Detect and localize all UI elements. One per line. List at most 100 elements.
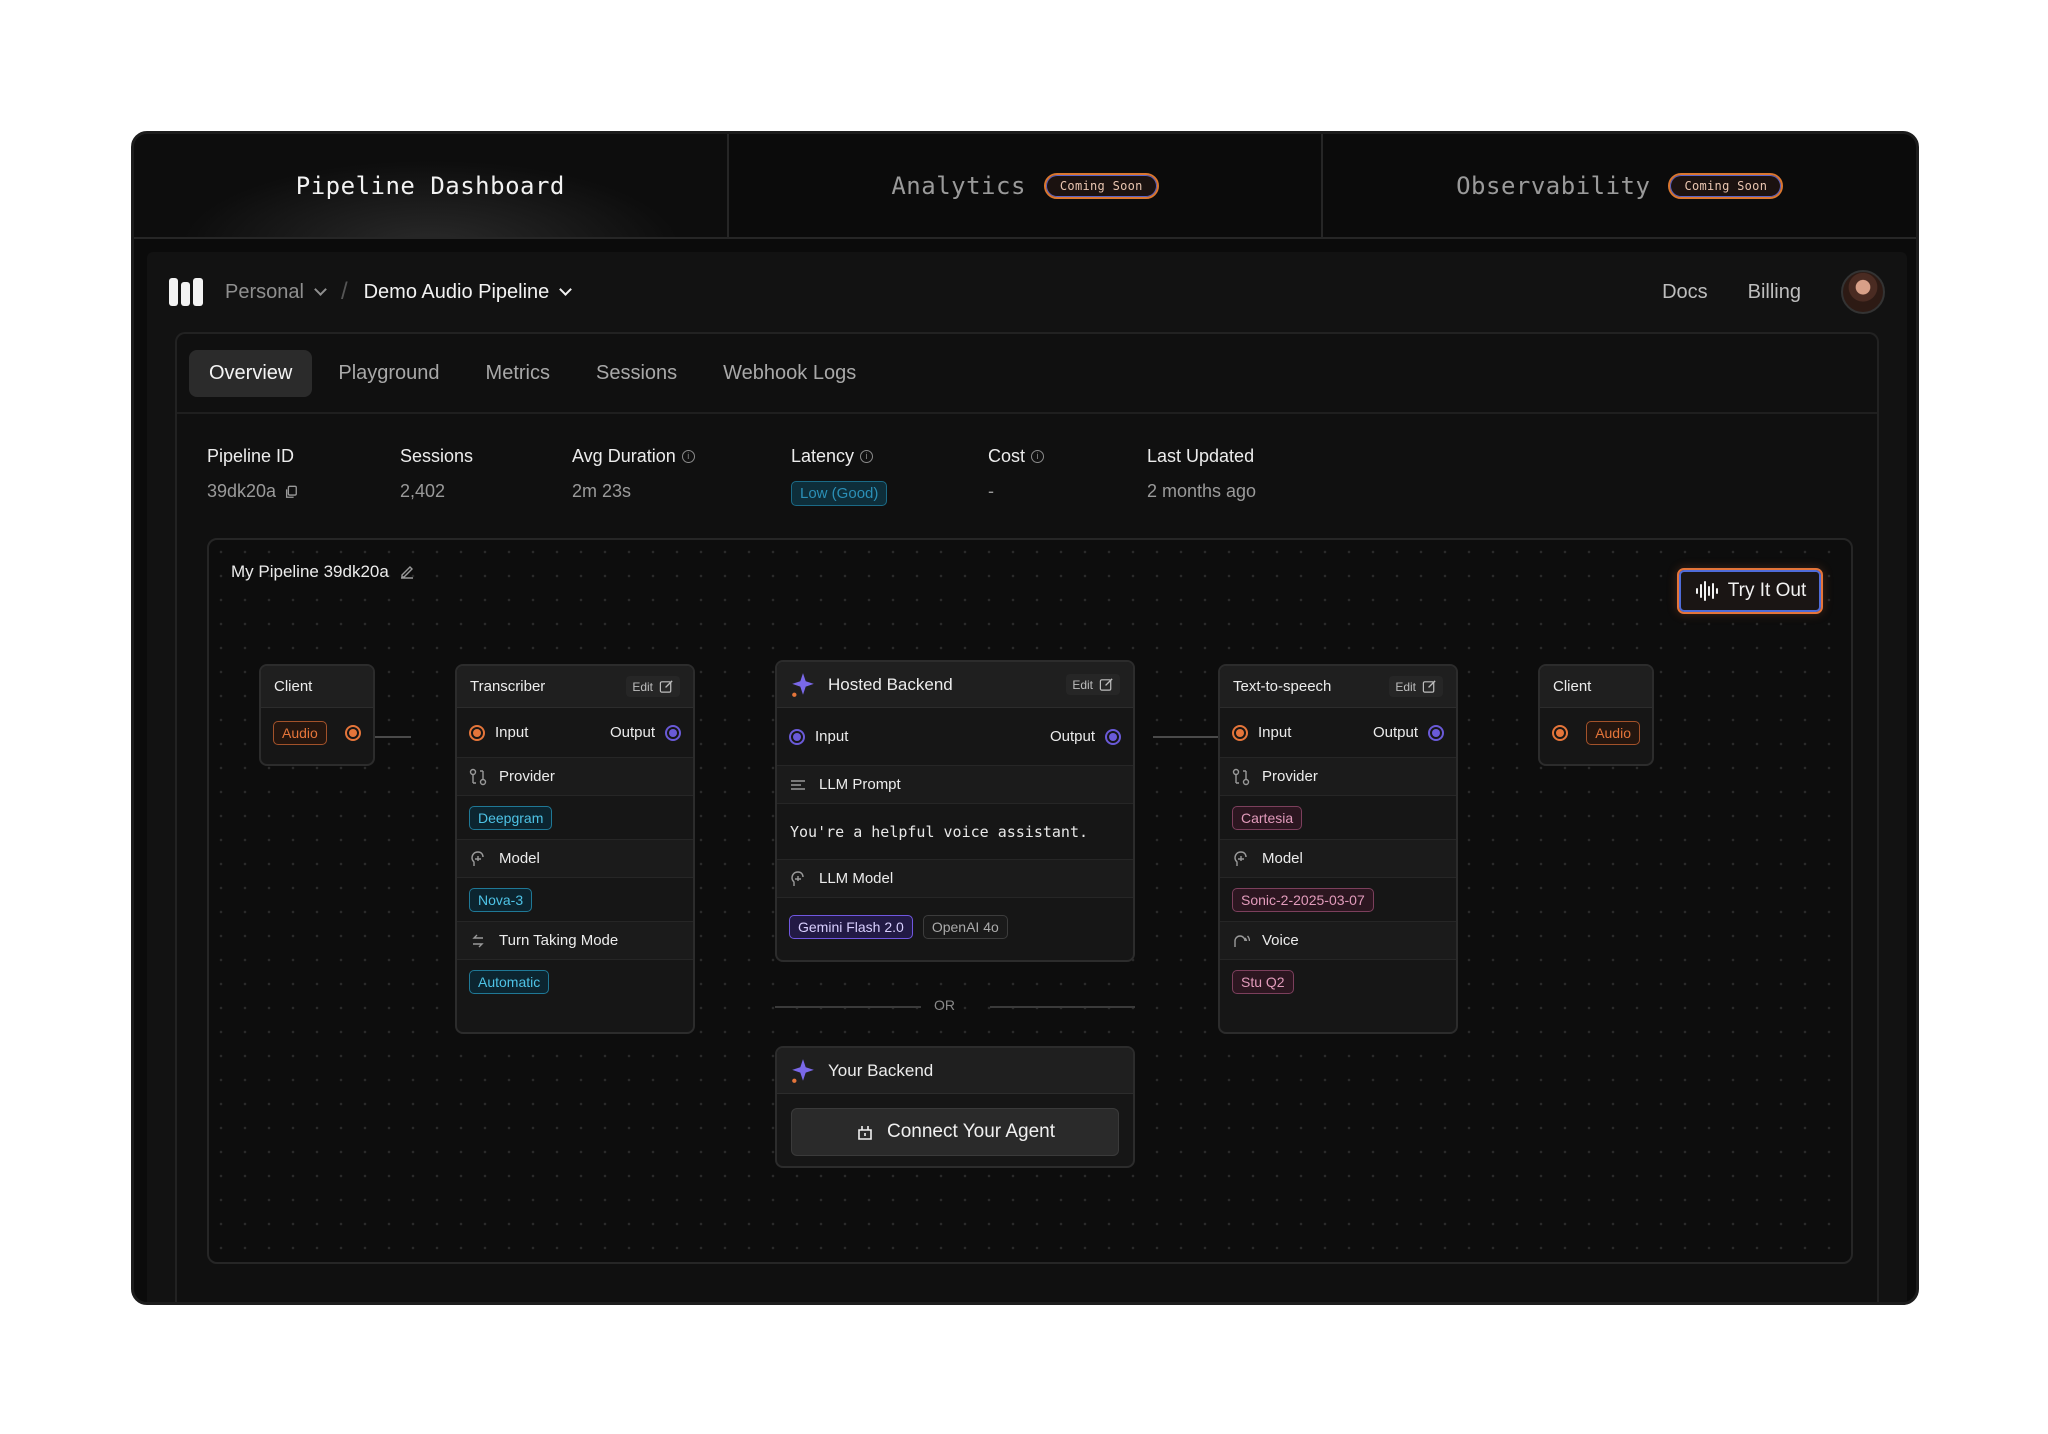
stat-value: -: [988, 481, 994, 501]
voice-value[interactable]: Stu Q2: [1232, 970, 1294, 994]
input-port[interactable]: [1232, 724, 1248, 741]
node-title: Hosted Backend: [828, 674, 953, 694]
pipeline-panel: Overview Playground Metrics Sessions Web…: [175, 332, 1879, 1302]
transcriber-node[interactable]: Transcriber Edit Input Output Provider D…: [455, 664, 695, 1034]
stat-label: Last Updated: [1147, 446, 1255, 466]
tab-sessions[interactable]: Sessions: [576, 350, 697, 397]
stat-label: Latency: [791, 446, 855, 466]
divider-line: [775, 1006, 921, 1008]
client-input-node[interactable]: Client Audio: [259, 664, 375, 766]
brand-logo[interactable]: [169, 278, 203, 306]
chevron-down-icon: [314, 283, 327, 296]
provider-value[interactable]: Deepgram: [469, 805, 553, 830]
try-it-out-button[interactable]: Try It Out: [1677, 568, 1823, 614]
provider-label: Provider: [1262, 768, 1318, 785]
stat-label: Avg Duration: [572, 446, 676, 466]
provider-label: Provider: [499, 768, 555, 785]
stat-last-updated: Last Updated 2 months ago: [1147, 446, 1256, 506]
edit-icon: [659, 680, 673, 693]
model-value[interactable]: Sonic-2-2025-03-07: [1232, 887, 1374, 912]
pipeline-name: My Pipeline 39dk20a: [231, 562, 389, 581]
avatar[interactable]: [1841, 270, 1885, 314]
info-icon[interactable]: i: [681, 450, 695, 463]
stat-sessions: Sessions 2,402: [400, 446, 572, 506]
brain-icon: [471, 850, 484, 866]
edit-button[interactable]: Edit: [1389, 676, 1443, 697]
output-port[interactable]: [1428, 724, 1444, 741]
workspace-switcher[interactable]: Personal: [225, 281, 327, 304]
edit-icon: [1099, 678, 1113, 691]
input-port[interactable]: [789, 728, 805, 745]
tab-playground[interactable]: Playground: [318, 350, 459, 397]
provider-icon: [469, 768, 487, 785]
llm-model-option[interactable]: OpenAI 4o: [922, 915, 1008, 939]
model-label: Model: [499, 850, 540, 867]
llm-model-option[interactable]: Gemini Flash 2.0: [789, 915, 913, 939]
edit-button[interactable]: Edit: [1066, 674, 1120, 695]
top-navigation: Pipeline Dashboard Analytics Coming Soon…: [134, 134, 1916, 239]
input-label: Input: [815, 728, 849, 745]
node-title: Client: [274, 678, 313, 695]
audio-tag: Audio: [273, 721, 327, 745]
top-tab-analytics[interactable]: Analytics Coming Soon: [729, 134, 1324, 237]
sparkle-icon: [792, 1058, 814, 1083]
provider-value[interactable]: Cartesia: [1232, 805, 1303, 830]
node-title: Client: [1553, 678, 1592, 695]
input-port[interactable]: [469, 724, 485, 741]
info-icon[interactable]: i: [1031, 450, 1045, 463]
header-links: Docs Billing: [1662, 270, 1885, 314]
provider-icon: [1232, 768, 1250, 785]
connect-agent-label: Connect Your Agent: [887, 1121, 1055, 1142]
your-backend-node[interactable]: Your Backend Connect Your Agent: [775, 1046, 1135, 1168]
llm-prompt-text[interactable]: You're a helpful voice assistant.: [777, 804, 1133, 860]
output-port[interactable]: [665, 724, 681, 741]
try-it-out-label: Try It Out: [1727, 580, 1807, 601]
latency-badge: Low (Good): [791, 481, 888, 506]
tab-overview[interactable]: Overview: [189, 349, 313, 397]
node-title: Your Backend: [828, 1060, 934, 1080]
output-label: Output: [1049, 728, 1095, 745]
section-tabs: Overview Playground Metrics Sessions Web…: [177, 334, 1877, 414]
tab-metrics[interactable]: Metrics: [466, 350, 570, 397]
stat-pipeline-id: Pipeline ID 39dk20a: [207, 446, 400, 506]
output-port[interactable]: [345, 725, 361, 741]
plug-icon: [858, 1126, 872, 1140]
breadcrumb-separator: /: [340, 278, 348, 305]
text-lines-icon: [791, 779, 805, 790]
brain-icon: [791, 870, 804, 886]
client-output-node[interactable]: Client Audio: [1538, 664, 1654, 766]
stat-avg-duration: Avg Duration i 2m 23s: [572, 446, 791, 506]
tts-node[interactable]: Text-to-speech Edit Input Output Provide…: [1218, 664, 1458, 1034]
pipeline-canvas[interactable]: My Pipeline 39dk20a Try It Out Client Au…: [207, 538, 1853, 1264]
hosted-backend-node[interactable]: Hosted Backend Edit Input Output LLM Pro…: [775, 660, 1135, 962]
top-tab-pipeline-dashboard[interactable]: Pipeline Dashboard: [134, 134, 729, 237]
model-value[interactable]: Nova-3: [469, 887, 533, 912]
input-port[interactable]: [1552, 725, 1568, 741]
chevron-down-icon: [559, 283, 573, 296]
input-label: Input: [1258, 724, 1292, 741]
connect-agent-button[interactable]: Connect Your Agent: [791, 1108, 1119, 1156]
turn-value[interactable]: Automatic: [469, 970, 550, 994]
project-name: Demo Audio Pipeline: [363, 280, 550, 303]
input-label: Input: [495, 724, 529, 741]
edit-label: Edit: [1395, 679, 1416, 694]
top-tab-label: Observability: [1456, 171, 1651, 200]
edit-button[interactable]: Edit: [626, 676, 680, 697]
billing-link[interactable]: Billing: [1748, 281, 1801, 304]
top-tab-label: Analytics: [891, 171, 1026, 200]
top-tab-observability[interactable]: Observability Coming Soon: [1323, 134, 1916, 237]
node-title: Transcriber: [470, 678, 546, 695]
turn-label: Turn Taking Mode: [499, 932, 619, 949]
tab-webhook-logs[interactable]: Webhook Logs: [703, 350, 876, 397]
output-port[interactable]: [1105, 728, 1121, 745]
output-label: Output: [1372, 724, 1418, 741]
edit-icon[interactable]: [399, 564, 415, 580]
info-icon[interactable]: i: [860, 450, 874, 463]
stat-value: 2,402: [400, 481, 446, 501]
copy-icon[interactable]: [284, 485, 298, 499]
project-switcher[interactable]: Demo Audio Pipeline: [363, 280, 573, 304]
or-label: OR: [934, 997, 955, 1013]
model-label: Model: [1262, 850, 1303, 867]
stat-value: 39dk20a: [207, 481, 277, 501]
docs-link[interactable]: Docs: [1662, 281, 1708, 304]
